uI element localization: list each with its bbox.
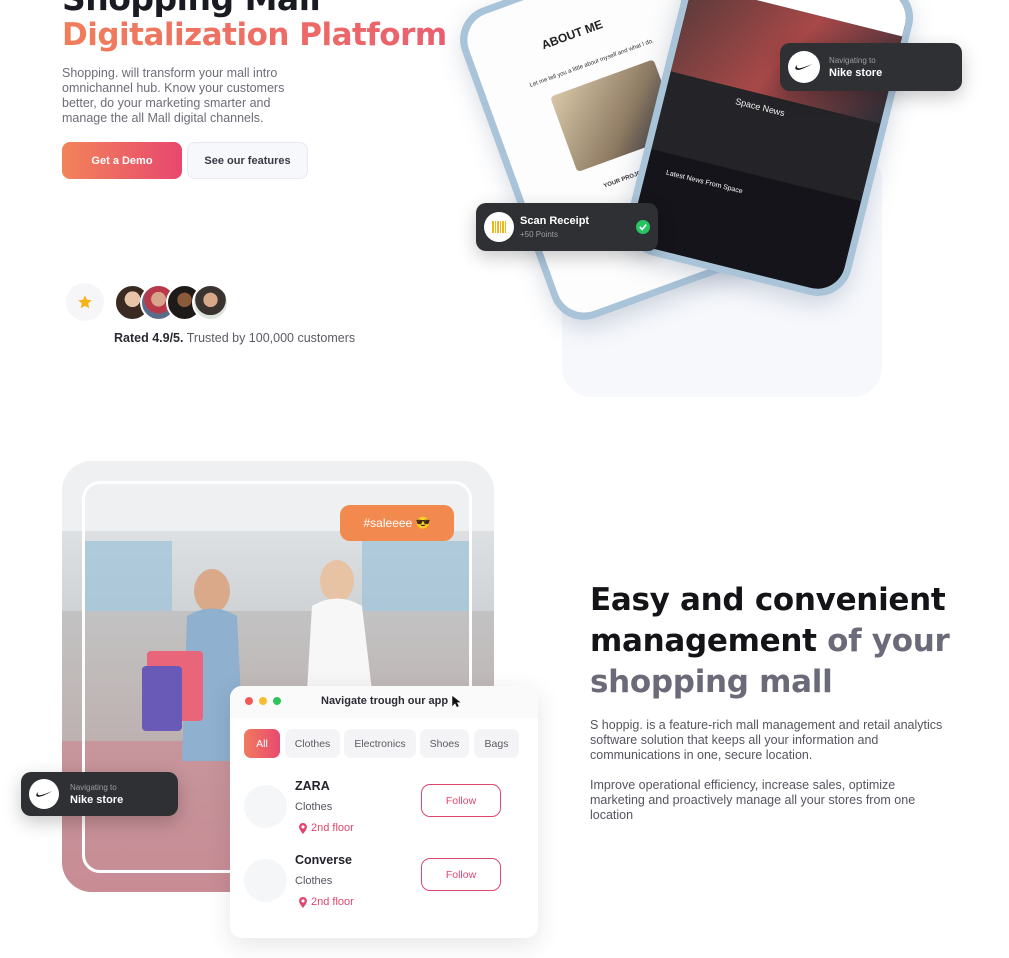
- app-window-title: Navigate trough our app: [321, 695, 449, 707]
- section-description: S hoppig. is a feature-rich mall managem…: [590, 718, 943, 762]
- hero-title-line1: Shopping Mall: [62, 0, 447, 16]
- about-me-heading: ABOUT ME: [539, 17, 605, 53]
- nike-logo: [29, 779, 59, 809]
- location-pin-icon: [299, 822, 307, 834]
- store-floor-label: 2nd floor: [311, 896, 354, 908]
- sale-hashtag-tag: #saleeee 😎: [340, 505, 454, 541]
- scan-receipt-label: Scan Receipt: [520, 215, 590, 227]
- avatar: [192, 284, 229, 321]
- store-logo: [244, 785, 287, 828]
- receipt-icon-wrap: [484, 212, 514, 242]
- store-label: Nike store: [70, 794, 124, 806]
- window-titlebar: Navigate trough our app: [230, 686, 538, 718]
- store-category: Clothes: [295, 801, 333, 813]
- section-description-secondary: Improve operational efficiency, increase…: [590, 778, 916, 822]
- store-name: Converse: [295, 853, 352, 867]
- navigating-label: Navigating to: [70, 783, 117, 792]
- rating-star-badge: [66, 283, 104, 321]
- minimize-dot: [259, 697, 267, 705]
- points-label: +50 Points: [520, 230, 559, 239]
- rating-score: Rated 4.9/5.: [114, 331, 184, 345]
- chip-shoes[interactable]: Shoes: [420, 729, 469, 758]
- store-list-item: ZARA Clothes 2nd floor Follow: [230, 779, 538, 849]
- section-title: Easy and convenient management of your s…: [590, 580, 990, 703]
- rating-trust: Trusted by 100,000 customers: [183, 331, 356, 345]
- get-demo-button[interactable]: Get a Demo: [62, 142, 182, 179]
- scan-receipt-badge: Scan Receipt +50 Points: [476, 203, 658, 251]
- barcode-icon: [492, 221, 506, 233]
- star-icon: [78, 295, 92, 309]
- nike-swoosh-icon: [35, 791, 52, 797]
- cursor-icon: [452, 695, 461, 708]
- check-icon: [636, 220, 650, 234]
- see-features-button[interactable]: See our features: [187, 142, 308, 179]
- rating-text: Rated 4.9/5. Trusted by 100,000 customer…: [114, 331, 355, 345]
- store-floor-label: 2nd floor: [311, 822, 354, 834]
- hero-title-line2: Digitalization Platform: [62, 17, 447, 53]
- chip-electronics[interactable]: Electronics: [344, 729, 416, 758]
- nike-logo: [788, 51, 820, 83]
- navigating-label: Navigating to: [829, 56, 876, 65]
- location-pin-icon: [299, 896, 307, 908]
- store-logo: [244, 859, 287, 902]
- store-label: Nike store: [829, 67, 883, 79]
- follow-button[interactable]: Follow: [421, 784, 501, 817]
- space-news-title: Space News: [734, 96, 786, 119]
- store-floor: 2nd floor: [299, 896, 354, 908]
- navigating-nike-badge: Navigating to Nike store: [21, 772, 178, 816]
- nike-swoosh-icon: [795, 64, 813, 70]
- chip-clothes[interactable]: Clothes: [285, 729, 340, 758]
- store-list-item: Converse Clothes 2nd floor Follow: [230, 853, 538, 923]
- navigating-nike-badge: Navigating to Nike store: [780, 43, 962, 91]
- store-name: ZARA: [295, 779, 330, 793]
- hero-description: Shopping. will transform your mall intro…: [62, 66, 285, 125]
- hero-title: Shopping Mall Digitalization Platform: [62, 0, 447, 53]
- store-floor: 2nd floor: [299, 822, 354, 834]
- chip-bags[interactable]: Bags: [474, 729, 519, 758]
- maximize-dot: [273, 697, 281, 705]
- latest-news-title: Latest News From Space: [665, 169, 744, 196]
- chip-all[interactable]: All: [244, 729, 280, 758]
- follow-button[interactable]: Follow: [421, 858, 501, 891]
- close-dot: [245, 697, 253, 705]
- app-preview-window: Navigate trough our app All Clothes Elec…: [230, 686, 538, 938]
- store-category: Clothes: [295, 875, 333, 887]
